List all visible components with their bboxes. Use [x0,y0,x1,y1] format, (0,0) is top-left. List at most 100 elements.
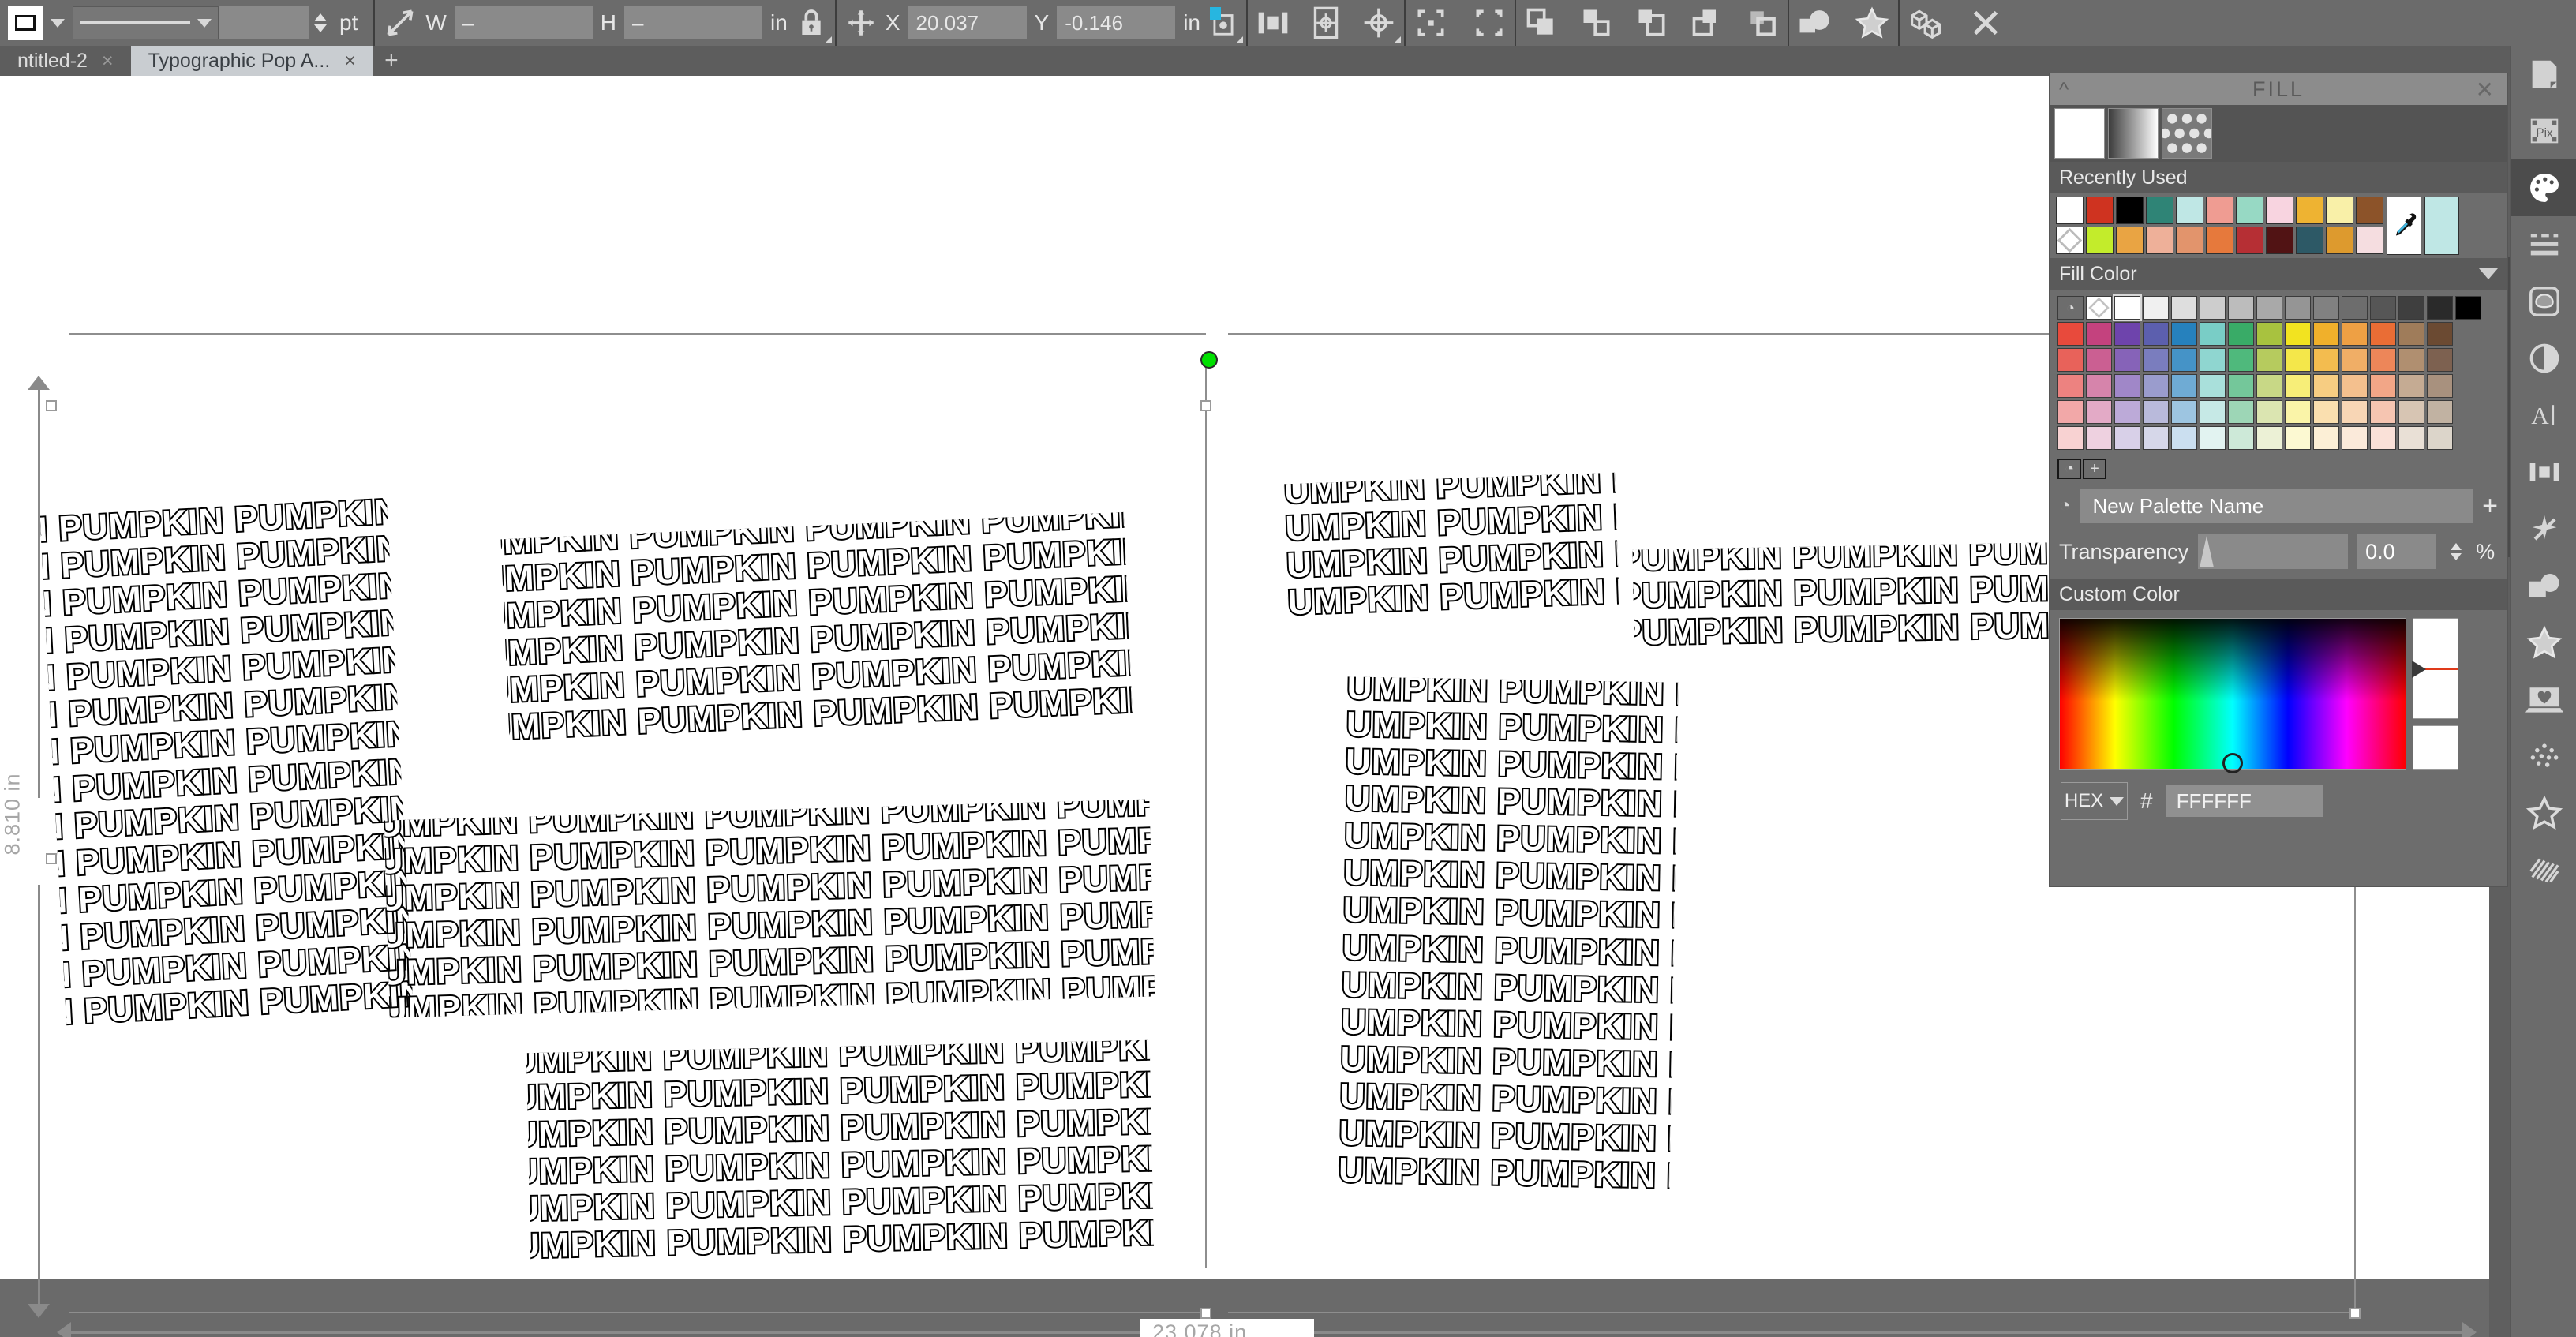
add-palette-icon[interactable]: + [2083,459,2106,479]
palette-swatch[interactable] [2370,348,2396,372]
palette-swatch[interactable] [2285,374,2311,398]
scatter-icon[interactable] [2511,728,2576,785]
palette-swatch[interactable] [2114,348,2140,372]
recent-swatch[interactable] [2086,197,2114,224]
text-icon[interactable]: A [2511,387,2576,444]
recent-swatch[interactable] [2086,227,2114,254]
palette-swatch[interactable] [2427,322,2453,346]
rotation-node[interactable] [1200,351,1218,369]
rotate-center-icon[interactable] [1361,6,1396,40]
palette-swatch[interactable] [2228,426,2254,450]
palette-swatch[interactable] [2200,374,2226,398]
palette-swatch[interactable] [2171,348,2197,372]
palette-swatch[interactable] [2114,426,2140,450]
pixels-icon[interactable]: Pix [2511,103,2576,159]
gradient-fill-icon[interactable] [2108,108,2159,159]
fill-color-header[interactable]: Fill Color [2050,258,2507,290]
pattern-fill-icon[interactable] [2162,108,2212,159]
align-group-expand-icon[interactable] [1394,36,1401,43]
palette-icon[interactable]: ◔ [2057,296,2084,320]
select-all-icon[interactable] [1413,6,1448,40]
recent-swatch[interactable] [2236,227,2263,254]
recent-swatch[interactable] [2116,227,2144,254]
move-icon[interactable] [844,6,878,39]
current-color-swatch[interactable] [2424,197,2459,255]
close-icon[interactable]: × [102,50,114,73]
palette-swatch[interactable] [2256,374,2282,398]
palette-swatch[interactable] [2114,322,2140,346]
recent-swatch[interactable] [2356,227,2383,254]
palette-swatch[interactable] [2256,426,2282,450]
palette-swatch[interactable] [2370,426,2396,450]
palette-swatch[interactable] [2143,322,2169,346]
palette-swatch[interactable] [2455,296,2481,320]
recent-swatch[interactable] [2116,197,2144,224]
shapes-icon[interactable] [2511,557,2576,614]
palette-swatch[interactable] [2228,348,2254,372]
palette-swatch[interactable] [2200,322,2226,346]
page-icon[interactable] [2511,46,2576,103]
palette-swatch[interactable] [2342,400,2368,424]
artwork-cluster-2[interactable]: PUMPKIN PUMPKIN PUMPKIN PUMPKIN PUMPKIN … [500,512,1133,752]
sv-cursor[interactable] [2222,753,2243,773]
selection-handle[interactable] [2349,1308,2361,1319]
recent-swatch[interactable] [2176,227,2203,254]
transparency-slider[interactable] [2198,534,2348,569]
palette-swatch[interactable] [2398,400,2424,424]
palette-swatch[interactable] [2313,400,2339,424]
palette-swatch[interactable] [2200,400,2226,424]
palette-swatch[interactable] [2256,296,2282,320]
palette-swatch[interactable] [2228,296,2254,320]
palette-swatch[interactable] [2200,296,2226,320]
tab-typographic-pop-art[interactable]: Typographic Pop A... × [131,46,373,76]
hue-slider[interactable] [2413,618,2458,719]
close-icon[interactable]: ✕ [2476,77,2496,103]
palette-swatch[interactable] [2398,322,2424,346]
palette-swatch[interactable] [2313,426,2339,450]
palette-swatch[interactable] [2370,400,2396,424]
palette-swatch[interactable] [2427,400,2453,424]
palette-swatch[interactable] [2285,296,2311,320]
stroke-width-input[interactable] [219,6,309,39]
selection-handle[interactable] [1200,1308,1211,1319]
palette-swatch[interactable] [2086,322,2112,346]
palette-swatch[interactable] [2228,322,2254,346]
palette-swatch[interactable] [2200,426,2226,450]
chevron-down-icon[interactable] [51,19,65,28]
recent-swatch[interactable] [2056,197,2084,224]
palette-swatch[interactable] [2143,374,2169,398]
palette-swatch[interactable] [2285,400,2311,424]
position-group-expand-icon[interactable] [1236,36,1243,43]
chevron-up-icon[interactable]: ^ [2059,77,2071,102]
arrange-front-icon[interactable] [1524,6,1559,40]
no-fill-swatch[interactable] [2086,296,2112,320]
align-icon[interactable] [2511,444,2576,500]
hue-marker-handle[interactable] [2412,661,2426,678]
palette-swatch[interactable] [2342,322,2368,346]
recent-swatch[interactable] [2056,227,2084,254]
recent-swatch[interactable] [2206,227,2233,254]
palette-swatch[interactable] [2398,296,2424,320]
arrange-back-icon[interactable] [1690,6,1724,40]
selection-handle[interactable] [46,853,57,864]
width-input[interactable]: – [455,6,593,39]
add-palette-button[interactable]: + [2482,491,2498,522]
height-input[interactable]: – [624,6,762,39]
palette-swatch[interactable] [2057,400,2084,424]
palette-swatch[interactable] [2114,296,2140,320]
palette-swatch[interactable] [2370,296,2396,320]
x-input[interactable]: 20.037 [908,6,1027,39]
eyedropper-icon[interactable] [2387,197,2421,255]
star-outline-icon[interactable] [1854,6,1890,40]
palette-swatch[interactable] [2171,322,2197,346]
palette-swatch[interactable] [2228,400,2254,424]
palette-swatch[interactable] [2086,374,2112,398]
palette-swatch[interactable] [2313,296,2339,320]
palette-swatch[interactable] [2398,348,2424,372]
hatch-icon[interactable] [2511,841,2576,898]
palette-swatch[interactable] [2086,400,2112,424]
chevron-down-icon[interactable] [2479,268,2498,279]
palette-swatch[interactable] [2256,322,2282,346]
transparency-input[interactable]: 0.0 [2357,534,2436,569]
palette-swatch[interactable] [2427,296,2453,320]
